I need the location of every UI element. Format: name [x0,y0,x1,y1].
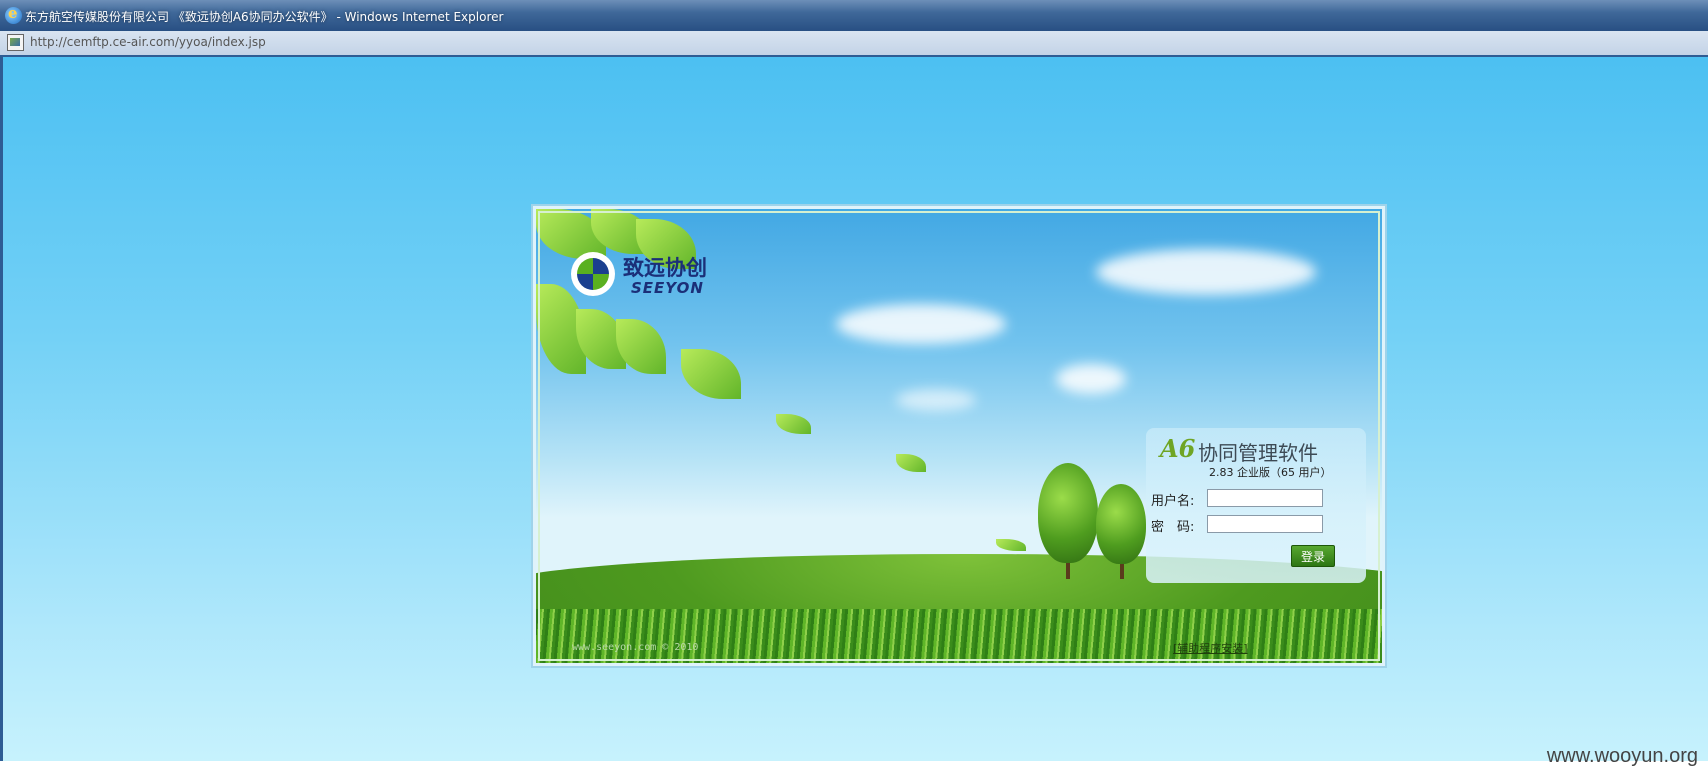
password-label: 密 码: [1151,520,1195,535]
address-bar[interactable]: http://cemftp.ce-air.com/yyoa/index.jsp [0,31,1708,57]
seeyon-logo-icon [571,252,615,296]
cloud-shape [1056,364,1126,394]
helper-install-link[interactable]: [辅助程序安装] [1173,640,1248,656]
login-panel: 致远协创 SEEYON A6 协同管理软件 2.83 企业版（65 用户） 用户… [533,206,1385,666]
username-field[interactable] [1207,489,1323,507]
cloud-shape [836,304,1006,344]
product-version: 2.83 企业版（65 用户） [1209,466,1332,479]
page-favicon-icon [7,34,24,51]
seeyon-logo: 致远协创 SEEYON [571,252,741,302]
leaf-icon [681,349,741,399]
username-label: 用户名: [1151,494,1195,509]
brand-name-en: SEEYON [631,279,704,297]
cloud-shape [1096,249,1316,295]
brand-name-cn: 致远协创 [623,256,707,280]
leaf-icon [896,454,926,472]
grass-field [536,609,1382,663]
cloud-shape [896,389,976,411]
ie-logo-icon [5,4,22,24]
login-form: A6 协同管理软件 2.83 企业版（65 用户） 用户名: 密 码: 登录 [1146,428,1366,583]
copyright-text: www.seeyon.com © 2010 [572,642,699,653]
login-button[interactable]: 登录 [1291,545,1335,567]
window-title-bar: 东方航空传媒股份有限公司 《致远协创A6协同办公软件》 - Windows In… [0,0,1708,31]
tree-icon [1096,484,1146,564]
leaf-icon [776,414,811,434]
tree-icon [1038,463,1098,563]
watermark-text: www.wooyun.org [1546,745,1698,767]
address-url[interactable]: http://cemftp.ce-air.com/yyoa/index.jsp [30,35,266,49]
password-field[interactable] [1207,515,1323,533]
page-background: 致远协创 SEEYON A6 协同管理软件 2.83 企业版（65 用户） 用户… [0,57,1708,767]
product-name: 协同管理软件 [1198,441,1318,465]
leaf-icon [996,539,1026,551]
window-title: 东方航空传媒股份有限公司 《致远协创A6协同办公软件》 - Windows In… [25,10,504,24]
a6-logo: A6 [1160,434,1196,463]
